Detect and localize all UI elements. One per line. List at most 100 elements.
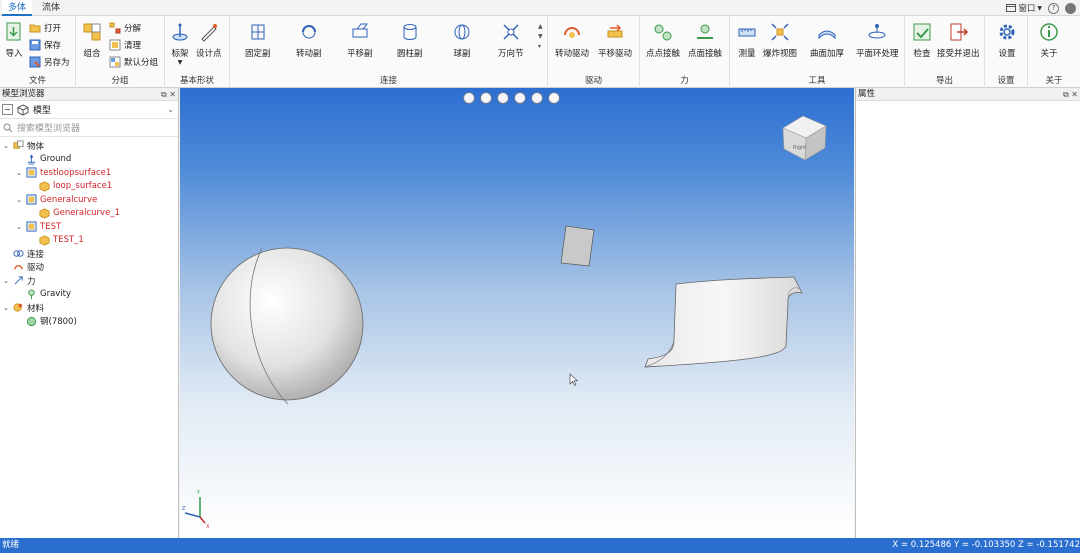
check-button[interactable]: 检查	[911, 21, 933, 59]
ribbon-group-about: 关于 关于	[1028, 16, 1080, 88]
axis-z-label: Z	[182, 506, 186, 512]
accept-exit-button[interactable]: 接受并退出	[937, 21, 980, 59]
fixed-joint-button[interactable]: 固定副	[245, 21, 271, 59]
tree-item[interactable]: ⌄ 物体	[0, 139, 178, 153]
point-point-contact-button[interactable]: 点点接触	[646, 21, 680, 59]
window-menu-button[interactable]: 窗口 ▼	[1006, 2, 1042, 14]
default-group-icon	[109, 56, 121, 68]
expand-arrow-icon[interactable]: ⌄	[2, 277, 10, 285]
revolute-joint-button[interactable]: 转动副	[296, 21, 322, 59]
scene-canvas: Right Y Z X	[182, 115, 827, 530]
translational-joint-button[interactable]: 平移副	[347, 21, 373, 59]
tree-item[interactable]: Ground	[0, 153, 178, 167]
universal-joint-button[interactable]: 万向节	[498, 21, 524, 59]
model-selector[interactable]: − 模型 ⌄	[0, 101, 178, 119]
explode-view-label: 爆炸视图	[763, 49, 798, 59]
expand-arrow-icon[interactable]: ⌄	[2, 142, 10, 150]
3d-viewport[interactable]: Right Y Z X	[180, 88, 854, 538]
cylindrical-joint-button[interactable]: 圆柱副	[397, 21, 423, 59]
design-point-button[interactable]: 设计点	[196, 21, 222, 59]
sphere-body[interactable]	[210, 247, 364, 405]
tree-item[interactable]: 连接	[0, 247, 178, 261]
cylindrical-joint-icon	[403, 24, 417, 40]
tab-multibody[interactable]: 多体	[2, 0, 33, 16]
combine-label: 组合	[83, 49, 101, 59]
measure-button[interactable]: 测量	[736, 21, 758, 59]
part-icon	[26, 221, 37, 232]
view-cube[interactable]: Right	[782, 115, 827, 161]
ribbon-group-connection: 固定副 转动副 平移副 圆柱副 球副 万向节 ▲ ▼ ▾ 连接	[230, 16, 548, 88]
accept-exit-icon	[950, 23, 969, 41]
default-group-label: 默认分组	[124, 58, 159, 68]
spherical-joint-button[interactable]: 球副	[451, 21, 473, 59]
measure-icon	[738, 28, 756, 37]
tree-item[interactable]: Gravity	[0, 288, 178, 302]
expand-arrow-icon[interactable]: ⌄	[15, 223, 23, 231]
default-group-button[interactable]: 默认分组	[109, 56, 158, 68]
import-icon	[6, 22, 21, 41]
settings-button[interactable]: 设置	[996, 21, 1018, 59]
tree-item-label: testloopsurface1	[40, 167, 112, 178]
tree-item[interactable]: TEST_1	[0, 234, 178, 248]
float-panel-icon[interactable]: ⧉	[1063, 90, 1069, 99]
tab-fluid[interactable]: 流体	[36, 0, 66, 16]
tree-item[interactable]: ⌄ Generalcurve	[0, 193, 178, 207]
translational-drive-button[interactable]: 平移驱动	[598, 21, 632, 59]
tree-item[interactable]: Generalcurve_1	[0, 207, 178, 221]
group-label-grouping: 分组	[111, 76, 129, 86]
combine-icon	[83, 23, 101, 41]
save-button[interactable]: 保存	[29, 39, 61, 51]
model-browser-search[interactable]: 搜索模型浏览器	[0, 119, 178, 137]
planar-ring-button[interactable]: 平面环处理	[856, 21, 899, 59]
curled-surface-body[interactable]	[644, 276, 803, 368]
explode-view-button[interactable]: 爆炸视图	[763, 21, 797, 59]
clean-button[interactable]: 清理	[109, 39, 141, 51]
close-icon[interactable]: ✕	[169, 90, 176, 99]
ribbon-scroll-arrows[interactable]: ▲ ▼ ▾	[538, 22, 543, 52]
frame-button[interactable]: 标架 ▼	[169, 21, 191, 66]
split-button[interactable]: 分解	[109, 22, 141, 34]
expand-arrow-icon[interactable]: ⌄	[15, 169, 23, 177]
tree-item[interactable]: ⌄ testloopsurface1	[0, 166, 178, 180]
open-label: 打开	[44, 24, 62, 34]
panel-controls: ⧉ ✕	[1063, 88, 1078, 101]
plane-surface-body[interactable]	[560, 225, 595, 267]
tree-item[interactable]: ⌄ 力	[0, 274, 178, 288]
info-icon[interactable]	[1065, 2, 1076, 14]
tree-item[interactable]: ⌄ 材料	[0, 301, 178, 315]
help-icon[interactable]: ?	[1048, 2, 1059, 14]
tree-item[interactable]: loop_surface1	[0, 180, 178, 194]
group-label-connection: 连接	[379, 76, 397, 86]
tree-item-label: Ground	[40, 154, 72, 165]
expand-arrow-icon[interactable]: ⌄	[2, 304, 10, 312]
rotational-drive-button[interactable]: 转动驱动	[555, 21, 589, 59]
group-label-force: 力	[680, 76, 689, 86]
part-icon	[26, 194, 37, 205]
combine-button[interactable]: 组合	[81, 21, 103, 59]
tree-item[interactable]: ⌄ TEST	[0, 220, 178, 234]
float-panel-icon[interactable]: ⧉	[161, 90, 167, 99]
open-button[interactable]: 打开	[29, 22, 61, 34]
ribbon-group-grouping: 组合 分解 清理 默认分组 分组	[76, 16, 165, 88]
translational-joint-label: 平移副	[347, 49, 373, 59]
expand-arrow-icon[interactable]: ⌄	[15, 196, 23, 204]
properties-panel: 属性 ⧉ ✕	[855, 88, 1080, 538]
model-browser-title: 模型浏览器	[2, 89, 45, 99]
accept-exit-label: 接受并退出	[937, 49, 980, 59]
search-input[interactable]: 搜索模型浏览器	[17, 121, 80, 134]
tree-item-label: 物体	[27, 141, 45, 152]
group-label-file: 文件	[28, 76, 46, 86]
save-as-button[interactable]: 另存为	[29, 56, 70, 68]
about-button[interactable]: 关于	[1038, 21, 1060, 59]
model-selector-value: 模型	[33, 106, 52, 116]
save-as-icon	[29, 56, 41, 68]
point-surface-contact-button[interactable]: 点面接触	[688, 21, 722, 59]
import-button[interactable]: 导入	[3, 21, 25, 59]
close-icon[interactable]: ✕	[1071, 90, 1078, 99]
surface-thicken-button[interactable]: 曲面加厚	[810, 21, 844, 59]
tree-item[interactable]: 钢(7800)	[0, 315, 178, 329]
collapse-all-icon[interactable]: −	[2, 104, 13, 115]
tree-item-label: TEST	[40, 221, 62, 232]
frame-icon	[172, 23, 188, 41]
tree-item[interactable]: 驱动	[0, 261, 178, 275]
